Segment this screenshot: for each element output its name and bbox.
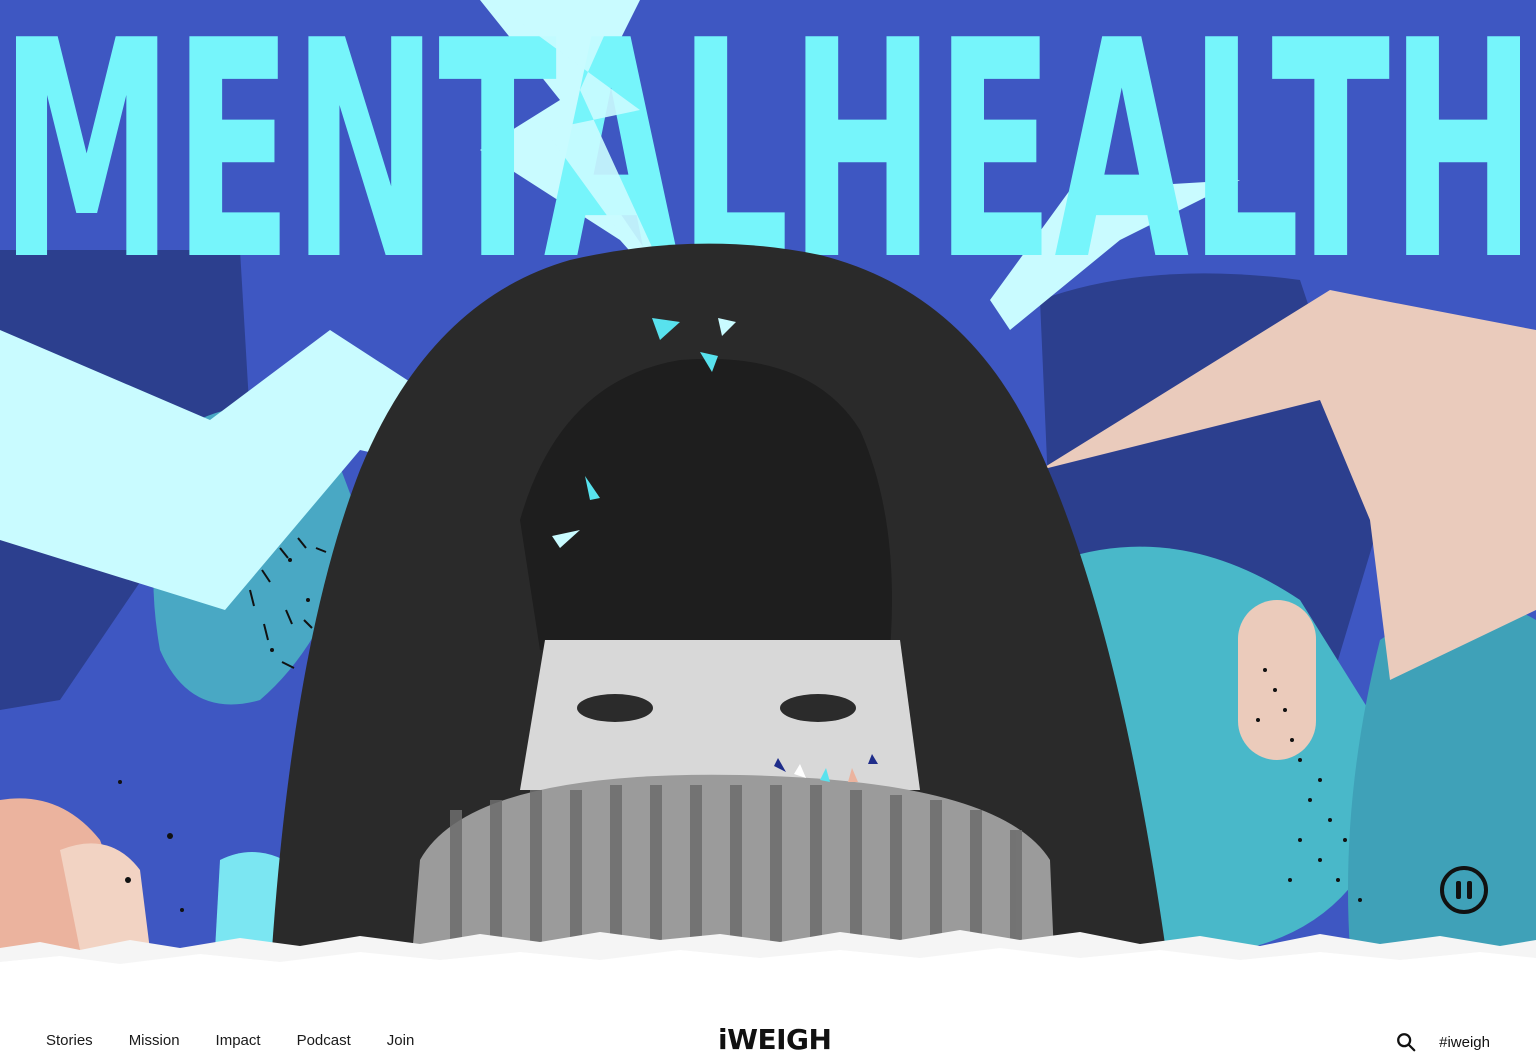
nav-right: #iweigh (1395, 1031, 1490, 1053)
search-icon[interactable] (1395, 1031, 1417, 1053)
pause-icon (1456, 881, 1461, 899)
site-logo[interactable]: iWEIGH (718, 1023, 832, 1056)
person-face (520, 640, 920, 790)
person-eye-right (780, 694, 856, 722)
nav-links: Stories Mission Impact Podcast Join (46, 1032, 414, 1049)
nav-link-stories[interactable]: Stories (46, 1032, 93, 1049)
nav-link-join[interactable]: Join (387, 1032, 415, 1049)
nav-link-mission[interactable]: Mission (129, 1032, 180, 1049)
peach-pill (1238, 600, 1316, 760)
pause-icon-bar (1467, 881, 1472, 899)
hashtag-link[interactable]: #iweigh (1439, 1034, 1490, 1051)
pause-button[interactable] (1440, 866, 1488, 914)
hero-illustration: MENTALHEALTH (0, 0, 1536, 1000)
hero-banner: MENTALHEALTH (0, 0, 1536, 1000)
knit-pattern (450, 785, 1022, 960)
nav-link-impact[interactable]: Impact (216, 1032, 261, 1049)
person-eye-left (577, 694, 653, 722)
main-navbar: Stories Mission Impact Podcast Join iWEI… (0, 1005, 1536, 1059)
nav-link-podcast[interactable]: Podcast (297, 1032, 351, 1049)
